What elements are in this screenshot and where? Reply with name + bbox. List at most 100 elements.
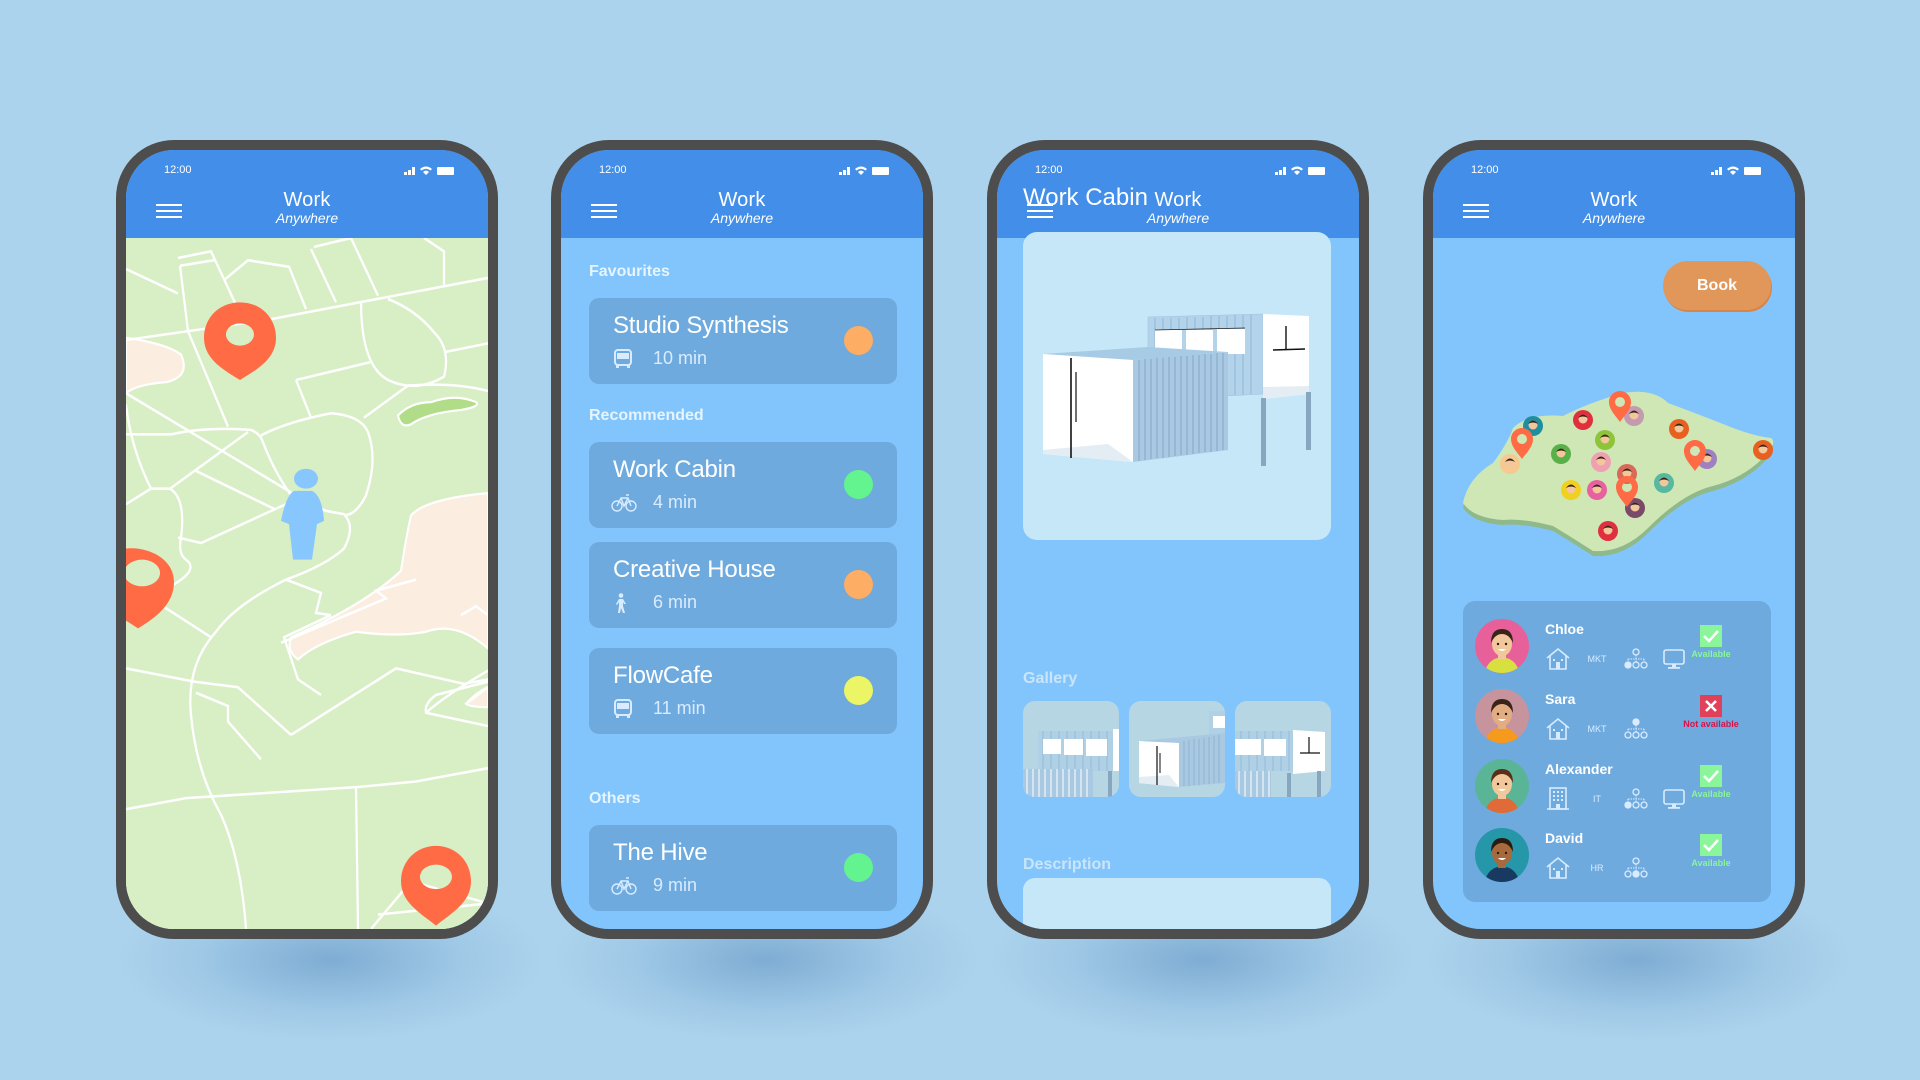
screen: 12:00 Work Anywhere Work Cabin Gallery D… — [997, 150, 1359, 929]
checkmark-icon — [1703, 770, 1719, 783]
gallery-thumbnail[interactable] — [1235, 701, 1331, 797]
house-icon — [1546, 647, 1570, 670]
place-card[interactable]: Work Cabin 4 min — [589, 442, 897, 528]
member-attributes: MKT — [1545, 717, 1649, 741]
availability-label: Available — [1691, 649, 1731, 659]
screen: 12:00 Work Anywhere Favourites Studio Sy… — [561, 150, 923, 929]
team-member-marker[interactable] — [1598, 521, 1618, 541]
signal-icon — [839, 166, 850, 175]
place-name: FlowCafe — [613, 662, 713, 689]
team-member-marker[interactable] — [1591, 452, 1611, 472]
availability-label: Available — [1691, 858, 1731, 868]
map-canvas[interactable] — [126, 238, 488, 929]
phone-list-screen: 12:00 Work Anywhere Favourites Studio Sy… — [551, 140, 933, 939]
team-member-marker[interactable] — [1561, 480, 1581, 500]
checkmark-icon — [1703, 630, 1719, 643]
description-box — [1023, 878, 1331, 929]
status-dot — [844, 676, 873, 705]
status-dot — [844, 470, 873, 499]
member-name: Chloe — [1545, 621, 1584, 637]
availability-badge — [1700, 765, 1722, 787]
signal-icon — [404, 166, 415, 175]
availability-badge — [1700, 625, 1722, 647]
team-member-marker[interactable] — [1595, 430, 1615, 450]
status-time: 12:00 — [1471, 164, 1499, 176]
team-member-marker[interactable] — [1587, 480, 1607, 500]
place-card[interactable]: FlowCafe 11 min — [589, 648, 897, 734]
status-dot — [844, 853, 873, 882]
team-member-marker[interactable] — [1753, 440, 1773, 460]
cabin-hero-image — [1023, 232, 1331, 540]
avatar — [1475, 689, 1529, 743]
map-view[interactable] — [126, 238, 488, 929]
team-member-marker[interactable] — [1551, 444, 1571, 464]
building-icon — [1547, 787, 1569, 810]
app-title-work: Work — [283, 189, 331, 211]
app-title: Work Anywhere — [561, 190, 923, 225]
availability-label: Not available — [1683, 719, 1739, 729]
place-card[interactable]: Creative House 6 min — [589, 542, 897, 628]
cross-icon — [1705, 700, 1717, 712]
availability-badge — [1700, 695, 1722, 717]
availability-badge — [1700, 834, 1722, 856]
section-label-others: Others — [589, 790, 641, 807]
place-name: Creative House — [613, 556, 776, 583]
member-attributes: HR — [1545, 856, 1649, 880]
team-member-marker[interactable] — [1654, 473, 1674, 493]
app-title-anywhere: Anywhere — [1146, 210, 1210, 226]
bus-icon — [614, 348, 632, 368]
place-card[interactable]: Studio Synthesis 10 min — [589, 298, 897, 384]
org-chart-icon — [1624, 788, 1648, 809]
department-label: MKT — [1587, 654, 1607, 664]
avatar — [1475, 759, 1529, 813]
phone-detail-screen: 12:00 Work Anywhere Work Cabin Gallery D… — [987, 140, 1369, 939]
org-chart-icon — [1624, 718, 1648, 739]
department-label: IT — [1593, 794, 1601, 804]
house-icon — [1546, 856, 1570, 879]
wifi-icon — [855, 166, 867, 175]
bicycle-icon — [611, 876, 637, 895]
screen: 12:00 Work Anywhere Book Chloe MKT Avail… — [1433, 150, 1795, 929]
place-card[interactable]: The Hive 9 min — [589, 825, 897, 911]
team-location-map[interactable] — [1453, 368, 1783, 568]
book-button[interactable]: Book — [1663, 261, 1771, 310]
cabin-thumbnail-image — [1023, 729, 1119, 797]
signal-icon — [1711, 166, 1722, 175]
cabin-illustration — [1043, 313, 1311, 466]
gallery-thumbnail[interactable] — [1129, 701, 1225, 797]
team-member-marker[interactable] — [1500, 454, 1520, 474]
status-time: 12:00 — [164, 164, 192, 176]
app-bar: 12:00 Work Anywhere — [561, 150, 923, 238]
availability-label: Available — [1691, 789, 1731, 799]
availability-status: Available — [1681, 765, 1741, 799]
team-member-marker[interactable] — [1669, 419, 1689, 439]
availability-status: Not available — [1681, 695, 1741, 729]
battery-icon — [1308, 166, 1325, 175]
status-dot — [844, 326, 873, 355]
team-member-row[interactable]: Sara MKT Not available — [1463, 689, 1771, 755]
wifi-icon — [420, 166, 432, 175]
team-availability-card: Chloe MKT Available Sara MKT Not availab… — [1463, 601, 1771, 902]
checkmark-icon — [1703, 839, 1719, 852]
phone-team-screen: 12:00 Work Anywhere Book Chloe MKT Avail… — [1423, 140, 1805, 939]
member-attributes: MKT — [1545, 647, 1687, 671]
team-member-marker[interactable] — [1573, 410, 1593, 430]
availability-status: Available — [1681, 834, 1741, 868]
gallery-label: Gallery — [1023, 670, 1078, 687]
battery-icon — [437, 166, 454, 175]
bus-icon — [614, 698, 632, 718]
org-chart-icon — [1624, 857, 1648, 878]
section-label-favourites: Favourites — [589, 263, 670, 280]
team-member-row[interactable]: Chloe MKT Available — [1463, 619, 1771, 685]
gallery-thumbnail[interactable] — [1023, 701, 1119, 797]
status-icons — [404, 166, 454, 175]
team-member-row[interactable]: Alexander IT Available — [1463, 759, 1771, 825]
wifi-icon — [1727, 166, 1739, 175]
app-title: Work Anywhere — [126, 190, 488, 225]
member-name: David — [1545, 830, 1584, 846]
description-label: Description — [1023, 856, 1112, 873]
place-name: Studio Synthesis — [613, 312, 789, 339]
member-attributes: IT — [1545, 787, 1687, 811]
travel-time: 9 min — [653, 875, 698, 895]
team-member-row[interactable]: David HR Available — [1463, 828, 1771, 894]
